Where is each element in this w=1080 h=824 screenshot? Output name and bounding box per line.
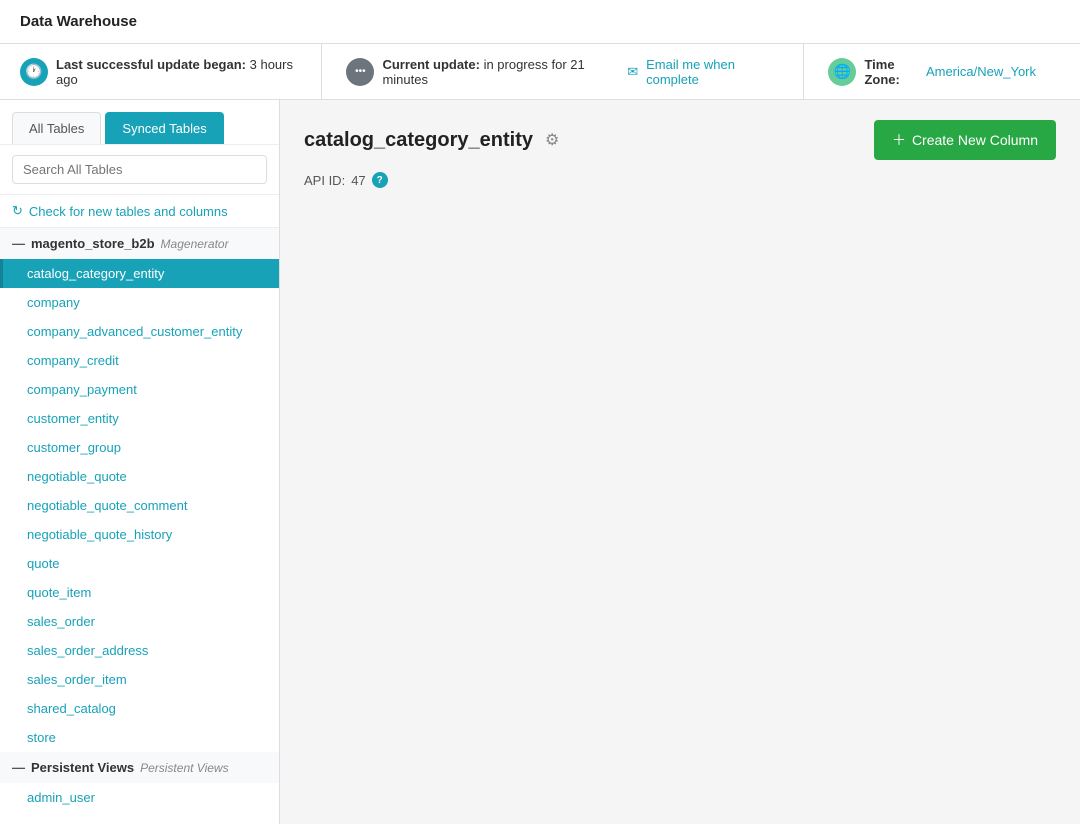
email-link[interactable]: Email me when complete bbox=[646, 57, 779, 87]
status-bar: 🕐 Last successful update began: 3 hours … bbox=[0, 44, 1080, 100]
top-bar: Data Warehouse bbox=[0, 0, 1080, 44]
table-item-customer-group[interactable]: customer_group bbox=[0, 433, 279, 462]
table-title: catalog_category_entity bbox=[304, 129, 533, 152]
globe-icon: 🌐 bbox=[828, 58, 856, 86]
current-update-text: Current update: in progress for 21 minut… bbox=[382, 57, 613, 87]
tab-all-tables[interactable]: All Tables bbox=[12, 112, 101, 144]
table-item-negotiable-quote-history[interactable]: negotiable_quote_history bbox=[0, 520, 279, 549]
sidebar: All Tables Synced Tables ↻ Check for new… bbox=[0, 100, 280, 824]
settings-button[interactable]: ⚙ bbox=[543, 128, 561, 152]
table-item-company-advanced-customer-entity[interactable]: company_advanced_customer_entity bbox=[0, 317, 279, 346]
main-layout: All Tables Synced Tables ↻ Check for new… bbox=[0, 100, 1080, 824]
tab-synced-tables[interactable]: Synced Tables bbox=[105, 112, 223, 144]
app-title: Data Warehouse bbox=[20, 13, 137, 30]
current-update-section: ••• Current update: in progress for 21 m… bbox=[322, 44, 804, 99]
table-item-sales-order-address[interactable]: sales_order_address bbox=[0, 636, 279, 665]
table-item-negotiable-quote[interactable]: negotiable_quote bbox=[0, 462, 279, 491]
table-item-quote-item[interactable]: quote_item bbox=[0, 578, 279, 607]
table-item-negotiable-quote-comment[interactable]: negotiable_quote_comment bbox=[0, 491, 279, 520]
create-new-column-button[interactable]: ＋ Create New Column bbox=[874, 120, 1056, 160]
timezone-value-link[interactable]: America/New_York bbox=[926, 64, 1036, 79]
group-header-magento: — magento_store_b2b Magenerator bbox=[0, 228, 279, 259]
api-id-row: API ID: 47 ? bbox=[304, 172, 1056, 188]
table-item-admin-user[interactable]: admin_user bbox=[0, 783, 279, 812]
timezone-label-text: Time Zone: bbox=[864, 57, 918, 87]
search-input[interactable] bbox=[12, 155, 267, 184]
table-item-customer-entity[interactable]: customer_entity bbox=[0, 404, 279, 433]
refresh-icon: ↻ bbox=[12, 203, 23, 219]
clock-icon: 🕐 bbox=[20, 58, 48, 86]
table-item-company-credit[interactable]: company_credit bbox=[0, 346, 279, 375]
table-item-company[interactable]: company bbox=[0, 288, 279, 317]
content-header: catalog_category_entity ⚙ ＋ Create New C… bbox=[304, 120, 1056, 160]
table-item-catalog-category-entity[interactable]: catalog_category_entity bbox=[0, 259, 279, 288]
last-update-text: Last successful update began: 3 hours ag… bbox=[56, 57, 297, 87]
table-item-quote[interactable]: quote bbox=[0, 549, 279, 578]
table-title-group: catalog_category_entity ⚙ bbox=[304, 128, 561, 152]
search-box bbox=[0, 145, 279, 195]
table-item-sales-order-item[interactable]: sales_order_item bbox=[0, 665, 279, 694]
table-item-shared-catalog[interactable]: shared_catalog bbox=[0, 694, 279, 723]
plus-icon: ＋ bbox=[892, 130, 906, 150]
table-item-company-payment[interactable]: company_payment bbox=[0, 375, 279, 404]
main-content: catalog_category_entity ⚙ ＋ Create New C… bbox=[280, 100, 1080, 824]
envelope-icon: ✉ bbox=[627, 64, 638, 80]
spinner-icon: ••• bbox=[346, 58, 374, 86]
timezone-section: 🌐 Time Zone: America/New_York bbox=[804, 44, 1060, 99]
table-item-sales-order[interactable]: sales_order bbox=[0, 607, 279, 636]
check-new-tables-link[interactable]: ↻ Check for new tables and columns bbox=[0, 195, 279, 228]
last-update-section: 🕐 Last successful update began: 3 hours … bbox=[20, 44, 322, 99]
table-item-store[interactable]: store bbox=[0, 723, 279, 752]
tab-bar: All Tables Synced Tables bbox=[0, 100, 279, 145]
group-header-persistent-views: — Persistent Views Persistent Views bbox=[0, 752, 279, 783]
api-id-info-icon[interactable]: ? bbox=[372, 172, 388, 188]
